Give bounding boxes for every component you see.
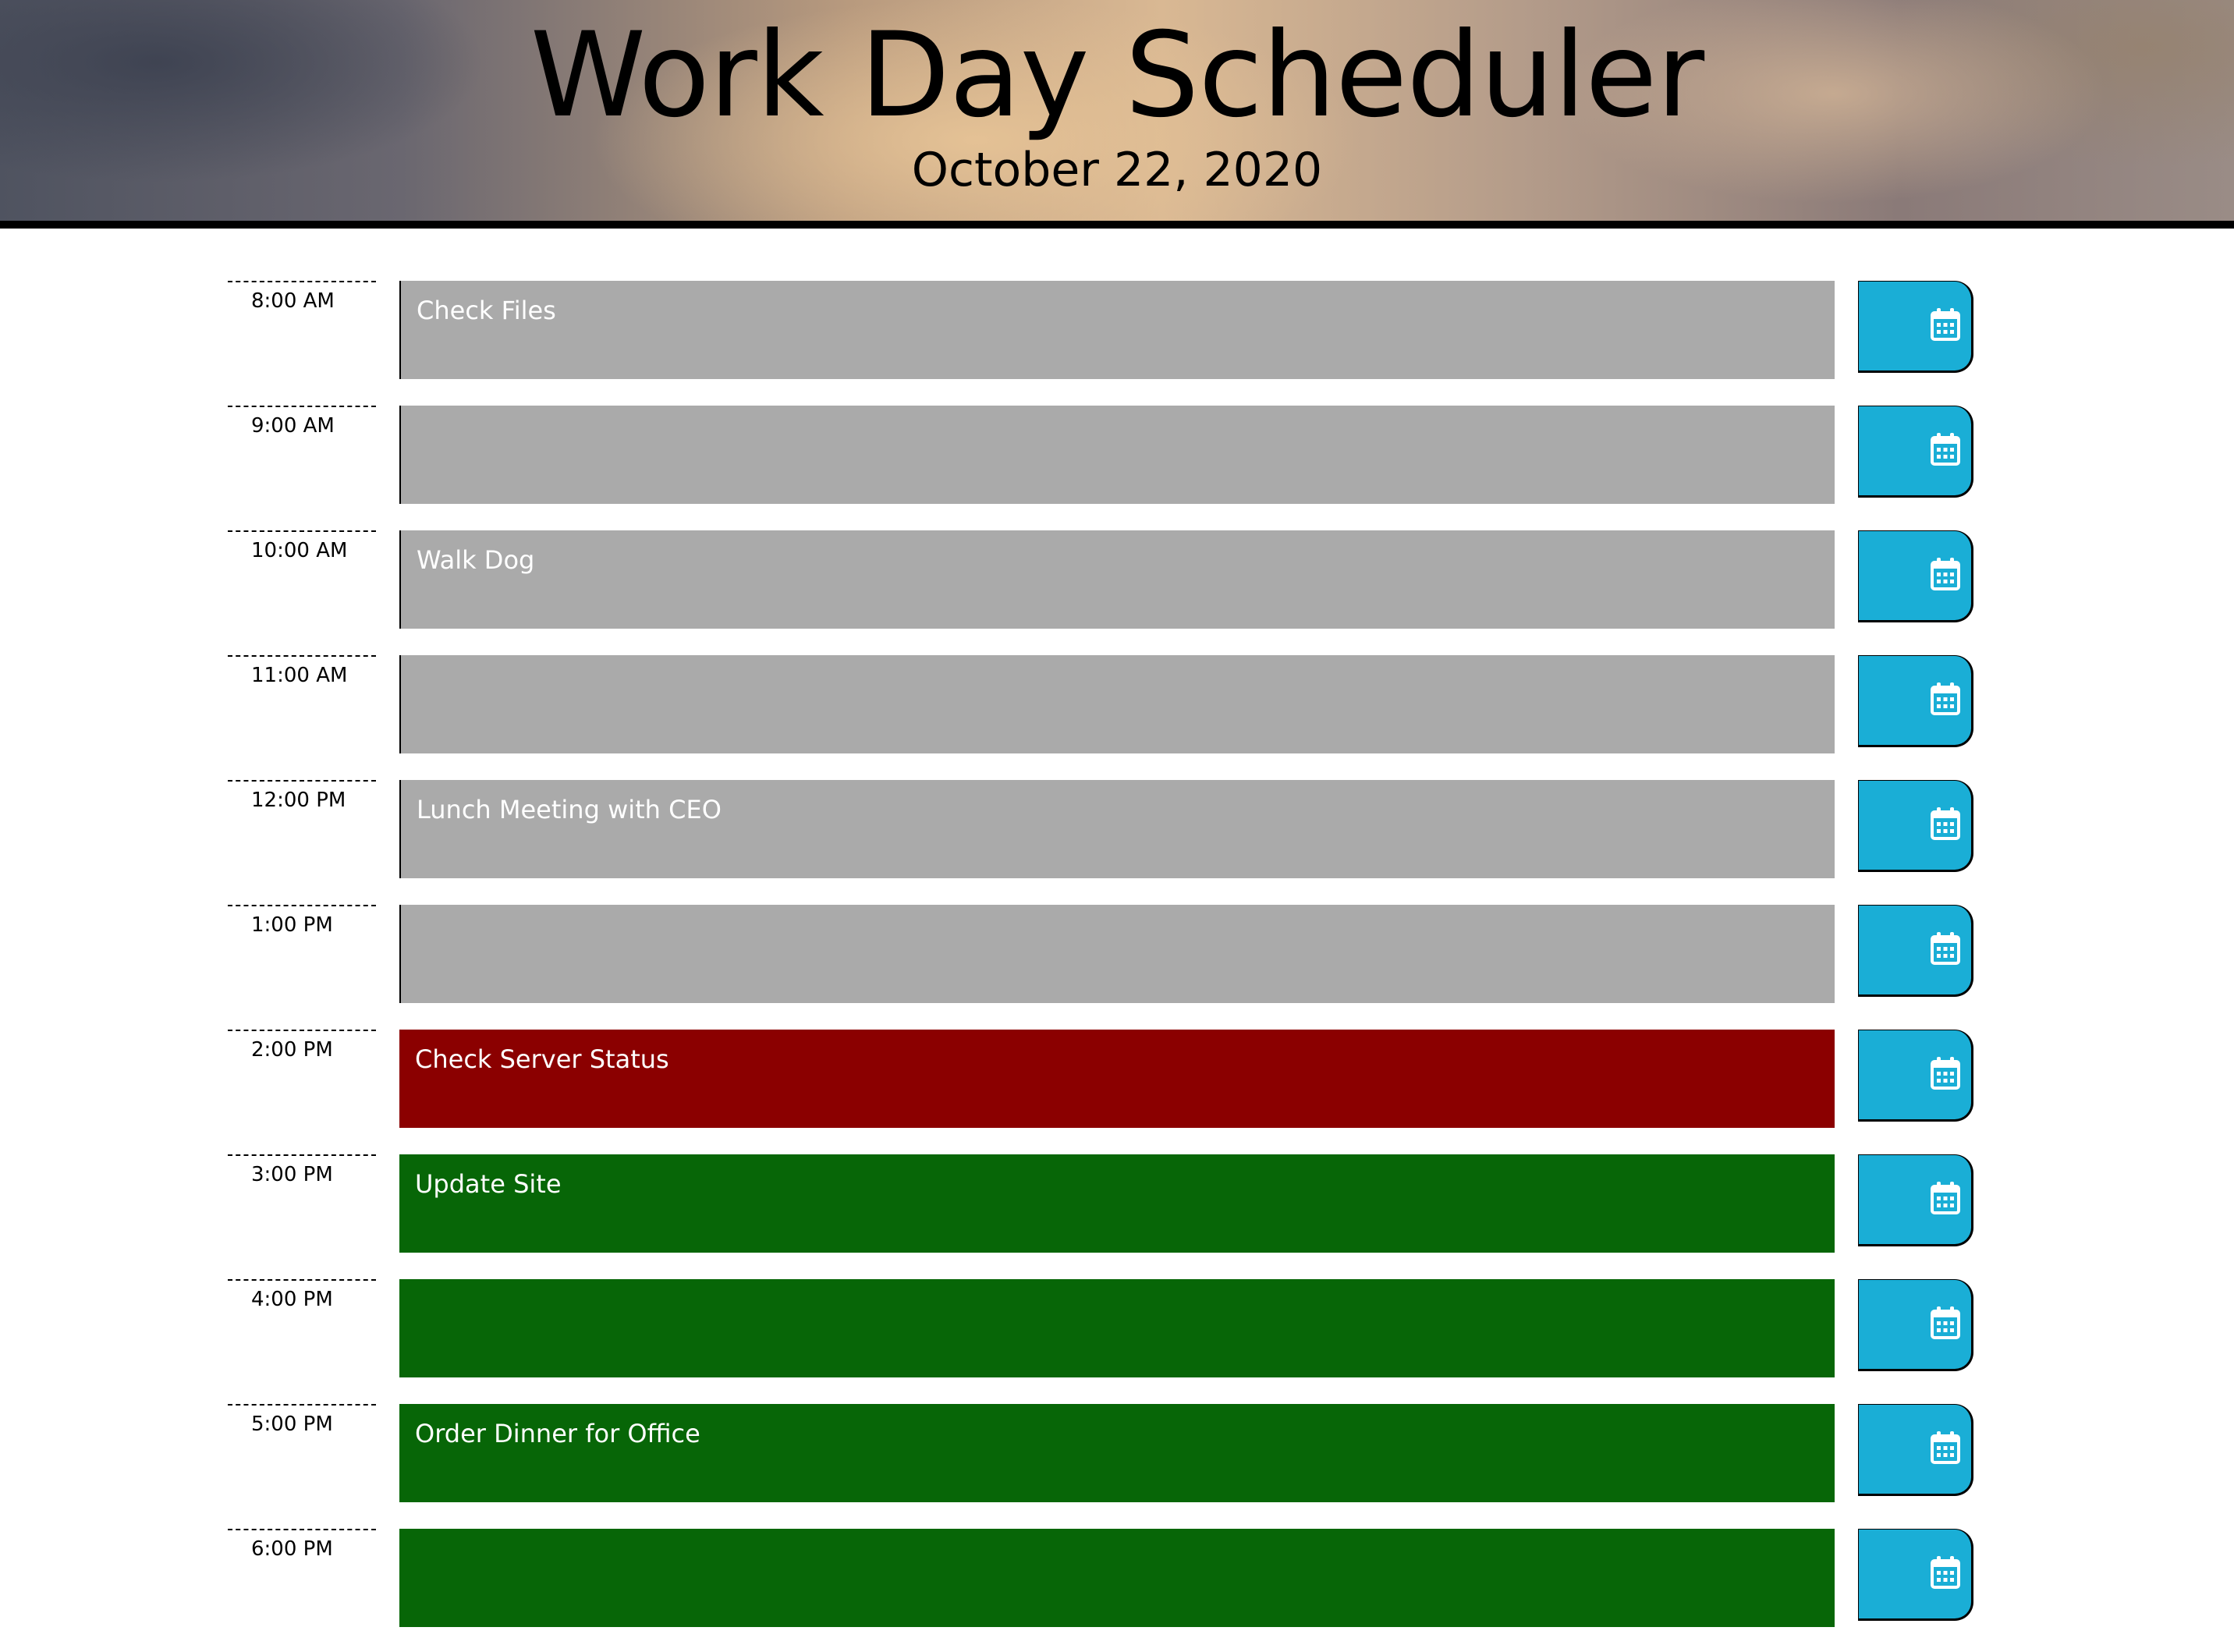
time-block: 2:00 PM Check Server Status bbox=[0, 1030, 2234, 1128]
event-description-input[interactable] bbox=[399, 905, 1835, 1003]
time-block: 8:00 AM Check Files bbox=[0, 281, 2234, 379]
hour-label: 3:00 PM bbox=[228, 1154, 376, 1253]
event-description-input[interactable] bbox=[399, 1529, 1835, 1627]
time-block: 5:00 PM Order Dinner for Office bbox=[0, 1404, 2234, 1502]
save-button[interactable] bbox=[1858, 655, 1973, 747]
save-button[interactable] bbox=[1858, 780, 1973, 872]
save-button[interactable] bbox=[1858, 1279, 1973, 1371]
event-description-input[interactable]: Order Dinner for Office bbox=[399, 1404, 1835, 1502]
calendar-icon bbox=[1931, 1182, 1960, 1214]
time-block: 3:00 PM Update Site bbox=[0, 1154, 2234, 1253]
calendar-icon bbox=[1931, 558, 1960, 590]
save-button[interactable] bbox=[1858, 530, 1973, 622]
current-date: October 22, 2020 bbox=[911, 143, 1323, 197]
hour-label: 2:00 PM bbox=[228, 1030, 376, 1128]
calendar-icon bbox=[1931, 807, 1960, 840]
save-button[interactable] bbox=[1858, 281, 1973, 373]
hour-label: 10:00 AM bbox=[228, 530, 376, 629]
event-description-input[interactable]: Walk Dog bbox=[399, 530, 1835, 629]
page-title: Work Day Scheduler bbox=[530, 8, 1704, 144]
hour-label: 6:00 PM bbox=[228, 1529, 376, 1627]
header-banner: Work Day Scheduler October 22, 2020 bbox=[0, 0, 2234, 229]
hour-label: 4:00 PM bbox=[228, 1279, 376, 1377]
event-description-input[interactable] bbox=[399, 655, 1835, 753]
calendar-icon bbox=[1931, 1431, 1960, 1464]
time-block: 6:00 PM bbox=[0, 1529, 2234, 1627]
time-block: 12:00 PM Lunch Meeting with CEO bbox=[0, 780, 2234, 878]
event-description-input[interactable] bbox=[399, 1279, 1835, 1377]
save-button[interactable] bbox=[1858, 1529, 1973, 1621]
save-button[interactable] bbox=[1858, 406, 1973, 498]
time-block: 11:00 AM bbox=[0, 655, 2234, 753]
hour-label: 1:00 PM bbox=[228, 905, 376, 1003]
save-button[interactable] bbox=[1858, 1154, 1973, 1246]
event-description-input[interactable] bbox=[399, 406, 1835, 504]
hour-label: 8:00 AM bbox=[228, 281, 376, 379]
event-description-input[interactable]: Lunch Meeting with CEO bbox=[399, 780, 1835, 878]
save-button[interactable] bbox=[1858, 905, 1973, 997]
calendar-icon bbox=[1931, 1556, 1960, 1589]
calendar-icon bbox=[1931, 932, 1960, 965]
time-block: 1:00 PM bbox=[0, 905, 2234, 1003]
calendar-icon bbox=[1931, 1306, 1960, 1339]
hour-label: 5:00 PM bbox=[228, 1404, 376, 1502]
event-description-input[interactable]: Check Files bbox=[399, 281, 1835, 379]
save-button[interactable] bbox=[1858, 1030, 1973, 1122]
hour-label: 12:00 PM bbox=[228, 780, 376, 878]
time-block: 4:00 PM bbox=[0, 1279, 2234, 1377]
time-block: 9:00 AM bbox=[0, 406, 2234, 504]
calendar-icon bbox=[1931, 433, 1960, 466]
calendar-icon bbox=[1931, 1057, 1960, 1090]
calendar-icon bbox=[1931, 308, 1960, 341]
time-block: 10:00 AM Walk Dog bbox=[0, 530, 2234, 629]
hour-label: 9:00 AM bbox=[228, 406, 376, 504]
calendar-icon bbox=[1931, 682, 1960, 715]
event-description-input[interactable]: Check Server Status bbox=[399, 1030, 1835, 1128]
hour-label: 11:00 AM bbox=[228, 655, 376, 753]
event-description-input[interactable]: Update Site bbox=[399, 1154, 1835, 1253]
save-button[interactable] bbox=[1858, 1404, 1973, 1496]
